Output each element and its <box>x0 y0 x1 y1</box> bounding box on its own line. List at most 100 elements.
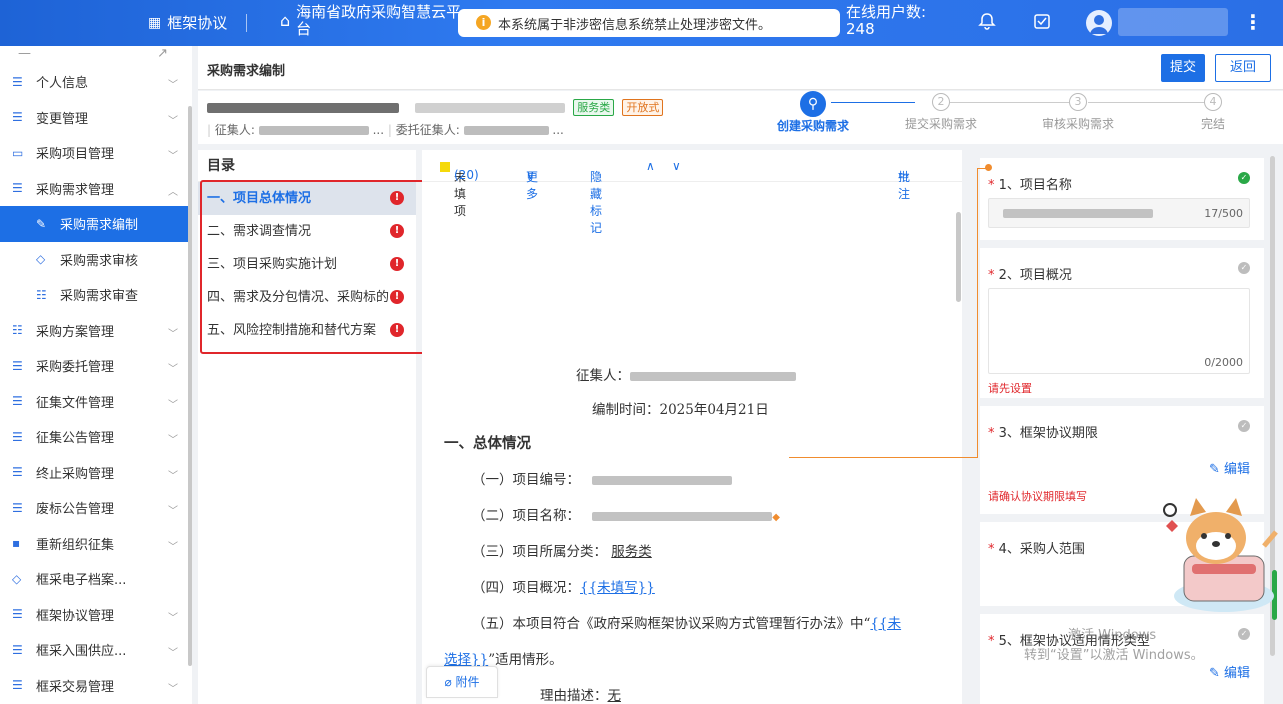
diamond-icon: ◇ <box>36 252 46 267</box>
profile-icon: ☰ <box>12 74 23 89</box>
tag-open: 开放式 <box>622 99 664 116</box>
field-card-overview: * 2、项目概况 ✓ 0/2000 请先设置 <box>980 248 1264 398</box>
edit-button[interactable]: ✎ 编辑 <box>1209 662 1250 681</box>
sidebar-item-demand-review[interactable]: ☷ 采购需求审查 <box>0 277 192 313</box>
check-icon: ✓ <box>1238 262 1250 274</box>
progress-steps: ⚲ 创建采购需求 2 提交采购需求 3 审核采购需求 4 完结 <box>758 91 1278 144</box>
chevron-down-icon: ﹀ <box>168 541 178 553</box>
bell-icon[interactable] <box>976 12 998 34</box>
brand-label: 框架协议 <box>167 14 228 32</box>
plan-icon: ☷ <box>12 323 23 338</box>
sidebar-item-reorg[interactable]: ▪ 重新组织征集 ﹀ <box>0 526 192 562</box>
unfilled-filter[interactable]: 未填项 (20) <box>440 159 479 218</box>
sidebar-item-file[interactable]: ☰ 征集文件管理 ﹀ <box>0 384 192 420</box>
project-name-blurred <box>592 512 773 521</box>
project-title-row: 服务类 开放式 <box>207 99 664 116</box>
brand[interactable]: ▦ 框架协议 <box>148 12 227 33</box>
sidebar-item-stop[interactable]: ☰ 终止采购管理 ﹀ <box>0 455 192 491</box>
overview-textarea[interactable]: 0/2000 <box>988 288 1250 374</box>
notice-icon: ☰ <box>12 429 23 444</box>
change-icon: ☰ <box>12 110 23 125</box>
step-create: ⚲ 创建采购需求 <box>758 91 868 134</box>
sidebar-item-change[interactable]: ☰ 变更管理 ﹀ <box>0 100 192 136</box>
chevron-down-icon: ﹀ <box>168 115 178 127</box>
chevron-down-icon: ﹀ <box>168 435 178 446</box>
chevron-down-icon[interactable]: ∨ <box>672 159 681 173</box>
username-blurred[interactable] <box>1118 8 1228 36</box>
main-area: 采购需求编制 提交 返回 服务类 开放式 | 征集人: ... | 委托征集人:… <box>198 46 1283 704</box>
chevron-up-icon: ︿ <box>168 186 178 198</box>
check-icon: ✓ <box>1238 628 1250 640</box>
void-icon: ☰ <box>12 500 23 515</box>
entrusted-blurred <box>463 126 549 135</box>
sidebar-scrollbar[interactable] <box>188 106 192 666</box>
grid-icon: ▦ <box>148 14 162 31</box>
sidebar-item-supplier[interactable]: ☰ 框采入围供应... ﹀ <box>0 632 192 668</box>
avatar[interactable] <box>1086 10 1112 36</box>
link-dot <box>985 164 992 171</box>
site-title: ⌂ 海南省政府采购智慧云平 台 <box>280 3 462 38</box>
chevron-up-icon[interactable]: ∧ <box>646 159 655 173</box>
doc-p6: 理由描述：无 <box>540 688 621 704</box>
online-users: 在线用户数: 248 <box>846 3 927 38</box>
pin-icon[interactable]: ↗ <box>157 46 168 64</box>
notice-text: 本系统属于非涉密信息系统禁止处理涉密文件。 <box>498 17 772 33</box>
submit-button[interactable]: 提交 <box>1161 54 1205 82</box>
info-icon: i <box>476 15 491 30</box>
sidebar-item-project[interactable]: ▭ 采购项目管理 ﹀ <box>0 135 192 171</box>
project-name-input[interactable]: 17/500 <box>988 198 1250 228</box>
sidebar-item-trade[interactable]: ☰ 框采交易管理 ﹀ <box>0 668 192 704</box>
step-submit: 2 提交采购需求 <box>904 93 977 131</box>
back-button[interactable]: 返回 <box>1215 54 1271 82</box>
divider <box>246 14 247 32</box>
field-label: 项目概况 <box>1019 268 1072 283</box>
collapse-icon[interactable]: — <box>18 46 31 64</box>
doc-p3: （三）项目所属分类： 服务类 <box>472 544 652 560</box>
chevron-down-icon: ∨ <box>526 168 535 182</box>
sidebar-item-void[interactable]: ☰ 废标公告管理 ﹀ <box>0 490 192 526</box>
top-bar: ▦ 框架协议 ⌂ 海南省政府采购智慧云平 台 i 本系统属于非涉密信息系统禁止处… <box>0 0 1283 46</box>
sidebar-item-profile[interactable]: ☰ 个人信息 ﹀ <box>0 64 192 100</box>
more-icon[interactable]: ⋮ <box>1243 10 1263 34</box>
chevron-down-icon: ﹀ <box>168 151 178 162</box>
todo-icon[interactable] <box>1031 12 1053 34</box>
chevron-down-icon: ﹀ <box>168 328 178 340</box>
windows-watermark: 激活 Windows 转到“设置”以激活 Windows。 <box>1024 628 1204 663</box>
sidebar-item-archive[interactable]: ◇ 框采电子档案... <box>0 561 192 597</box>
agreement-icon: ☰ <box>12 607 23 622</box>
chevron-down-icon: ﹀ <box>168 364 178 375</box>
doc-p5-cont: 选择}}”适用情形。 <box>444 652 563 668</box>
sidebar-item-plan[interactable]: ☷ 采购方案管理 ﹀ <box>0 313 192 349</box>
attachment-tab[interactable]: ⌀ 附件 <box>426 666 498 698</box>
collector-blurred <box>630 372 796 381</box>
link-line <box>789 457 978 458</box>
project-icon: ▭ <box>12 145 24 160</box>
sidebar-item-notice[interactable]: ☰ 征集公告管理 ﹀ <box>0 419 192 455</box>
tag-service: 服务类 <box>573 99 615 116</box>
pencil-icon: ✎ <box>1208 666 1220 681</box>
mascot-dog-icon[interactable] <box>1154 486 1283 616</box>
doc-scrollbar[interactable] <box>956 212 961 302</box>
sidebar-item-demand[interactable]: ☰ 采购需求管理 ︿ <box>0 171 192 207</box>
chevron-down-icon: ﹀ <box>168 80 178 91</box>
document-paper: 征集人： 编制时间：2025年04月21日 一、总体情况 （一）项目编号： （二… <box>422 182 962 704</box>
doc-p5: （五）本项目符合《政府采购框架协议采购方式管理暂行办法》中“{{未 <box>472 616 902 632</box>
field-label: 采购人范围 <box>1019 542 1085 557</box>
check-icon: ✓ <box>1238 172 1250 184</box>
sidebar-item-demand-edit[interactable]: ✎ 采购需求编制 <box>0 206 192 242</box>
supplier-icon: ☰ <box>12 642 23 657</box>
page-title: 采购需求编制 <box>207 64 286 79</box>
sidebar-item-demand-audit[interactable]: ◇ 采购需求审核 <box>0 242 192 278</box>
sidebar-item-agreement[interactable]: ☰ 框架协议管理 ﹀ <box>0 597 192 633</box>
warning-text: 请确认协议期限填写 <box>988 490 1087 503</box>
review-icon: ☷ <box>36 287 47 302</box>
document-panel: 未填项 (20) 更多 ∨ 隐藏标记 ∧ ∨ ▭ 批注 征集人： 编制时间：20… <box>422 150 962 704</box>
entrust-icon: ☰ <box>12 358 23 373</box>
doc-collector: 征集人： <box>576 364 796 384</box>
collector-label: 征集人: <box>214 123 255 137</box>
field-label: 框架协议期限 <box>1019 426 1098 441</box>
chevron-down-icon: ﹀ <box>168 470 178 482</box>
edit-button[interactable]: ✎ 编辑 <box>1209 458 1250 477</box>
page-header: 采购需求编制 提交 返回 <box>198 46 1283 90</box>
sidebar-item-entrust[interactable]: ☰ 采购委托管理 ﹀ <box>0 348 192 384</box>
